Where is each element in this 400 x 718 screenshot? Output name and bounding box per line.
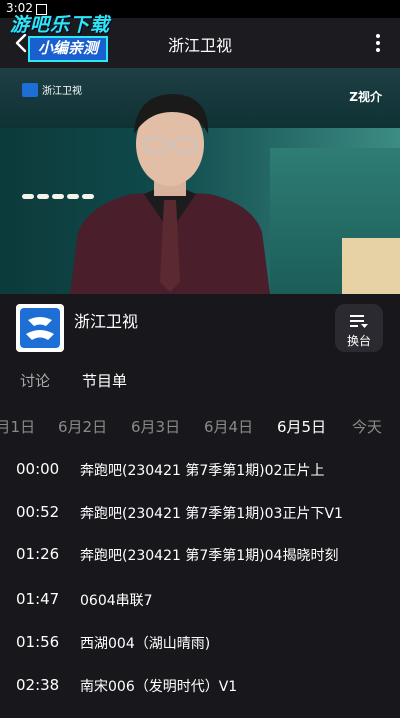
date-item-active[interactable]: 6月5日 [277,416,326,437]
program-row[interactable]: 01:47 0604串联7 [0,590,400,632]
watermark-line1: 游吧乐下载 [10,14,111,36]
date-item[interactable]: 6月2日 [58,416,107,437]
program-row[interactable]: 00:52 奔跑吧(230421 第7季第1期)03正片下V1 [0,503,400,545]
date-item[interactable]: 6月3日 [131,416,180,437]
program-row[interactable]: 01:56 西湖004（湖山晴雨) [0,633,400,675]
more-vertical-icon[interactable] [374,32,382,54]
program-row[interactable]: 01:26 奔跑吧(230421 第7季第1期)04揭晓时刻 [0,545,400,587]
video-scene-door [342,238,400,294]
switch-channel-label: 换台 [346,334,371,348]
list-switch-icon [350,315,368,328]
tab-discussion[interactable]: 讨论 [20,370,50,391]
watermark-line2: 小编亲测 [28,36,109,62]
switch-channel-button[interactable]: 换台 [335,304,383,352]
program-row[interactable]: 00:00 奔跑吧(230421 第7季第1期)02正片上 [0,460,400,502]
video-channel-logo: 浙江卫视 [22,82,82,97]
date-item[interactable]: 今天 [352,416,382,437]
program-time: 00:00 [16,460,60,478]
date-selector: 6月1日 6月2日 6月3日 6月4日 6月5日 今天 [0,412,400,442]
channel-logo-icon [16,304,64,352]
channel-info: 浙江卫视 换台 [0,294,400,364]
watermark-logo: 游吧乐下载 小编亲测 [6,10,146,64]
video-corner-logo: Z视介 [349,90,382,104]
program-time: 01:47 [16,590,60,608]
date-item[interactable]: 6月4日 [204,416,253,437]
program-name: 奔跑吧(230421 第7季第1期)03正片下V1 [80,506,343,522]
zhejiang-logo-icon [22,82,38,97]
program-name: 西湖004（湖山晴雨) [80,636,211,652]
channel-name: 浙江卫视 [74,312,139,331]
program-name: 奔跑吧(230421 第7季第1期)02正片上 [80,463,325,479]
program-time: 00:52 [16,503,60,521]
program-time: 01:26 [16,545,60,563]
video-person-figure [70,94,270,294]
program-time: 01:56 [16,633,60,651]
program-name: 奔跑吧(230421 第7季第1期)04揭晓时刻 [80,548,339,564]
program-name: 0604串联7 [80,593,153,609]
tab-schedule[interactable]: 节目单 [82,370,127,391]
video-channel-logo-text: 浙江卫视 [42,86,82,97]
date-item[interactable]: 6月1日 [0,416,35,437]
program-time: 02:38 [16,676,60,694]
tab-bar: 讨论 节目单 [0,370,400,398]
video-player[interactable]: 浙江卫视 Z视介 [0,68,400,294]
program-name: 南宋006（发明时代）V1 [80,679,238,695]
